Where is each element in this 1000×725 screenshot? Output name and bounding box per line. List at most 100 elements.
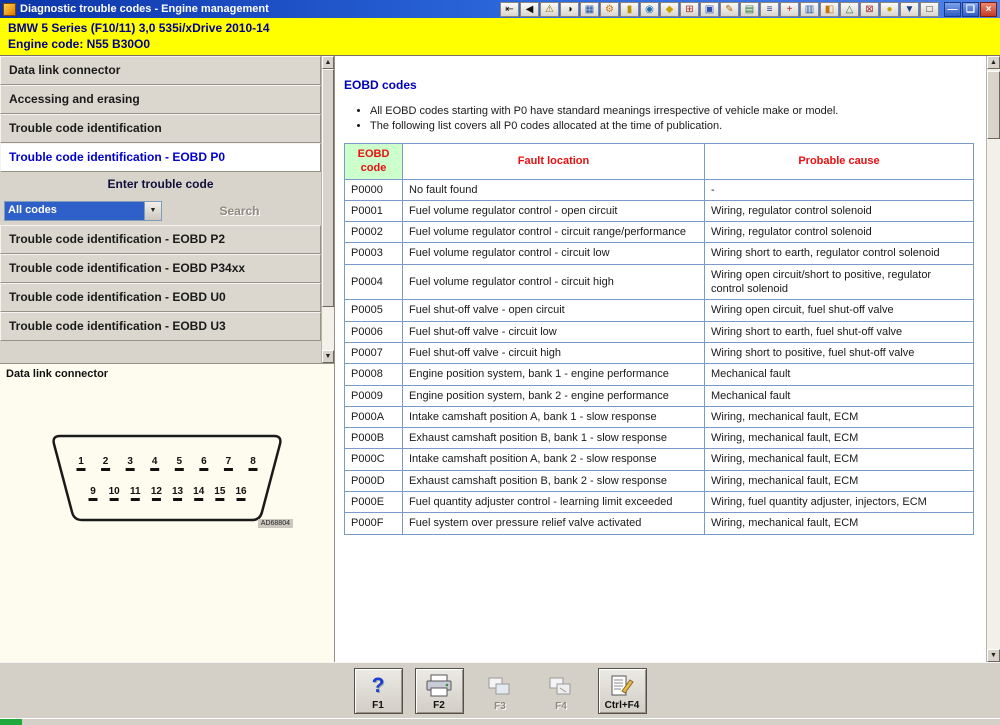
save-icon[interactable]: ▣ bbox=[700, 2, 719, 17]
minimize-button[interactable]: — bbox=[944, 2, 961, 17]
table-row: P0006 Fuel shut-off valve - circuit low … bbox=[345, 321, 974, 342]
code-cell: P0006 bbox=[345, 321, 403, 342]
sidebar-item[interactable]: Trouble code identification - EOBD U3 bbox=[0, 312, 321, 341]
enter-trouble-code-label: Enter trouble code bbox=[0, 172, 321, 197]
cause-cell: Mechanical fault bbox=[705, 385, 974, 406]
contrast-icon[interactable]: ◑ bbox=[560, 2, 579, 17]
sidebar-item[interactable]: Trouble code identification - EOBD U0 bbox=[0, 283, 321, 312]
sidebar-item[interactable]: Trouble code identification - EOBD P2 bbox=[0, 225, 321, 254]
cause-cell: Wiring, regulator control solenoid bbox=[705, 222, 974, 243]
col-header-probable-cause: Probable cause bbox=[705, 144, 974, 180]
svg-text:11: 11 bbox=[130, 486, 141, 497]
svg-text:9: 9 bbox=[90, 486, 96, 497]
main-scrollbar: ▲ ▼ bbox=[986, 56, 1000, 662]
scroll-down-icon[interactable]: ▼ bbox=[987, 649, 1000, 662]
sidebar-item[interactable]: Trouble code identification bbox=[0, 114, 321, 143]
sidebar-scrollbar: ▲ ▼ bbox=[321, 56, 334, 363]
svg-text:2: 2 bbox=[103, 456, 109, 467]
footer-toolbar: ? F1 F2 F3 bbox=[0, 662, 1000, 718]
table-row: P000D Exhaust camshaft position B, bank … bbox=[345, 470, 974, 491]
sidebar-item[interactable]: Data link connector bbox=[0, 56, 321, 85]
monitor-icon[interactable]: ▦ bbox=[580, 2, 599, 17]
table-row: P0008 Engine position system, bank 1 - e… bbox=[345, 364, 974, 385]
go-back-icon[interactable]: ◀ bbox=[520, 2, 539, 17]
sidebar-item[interactable]: Trouble code identification - EOBD P0 bbox=[0, 143, 321, 172]
code-cell: P0003 bbox=[345, 243, 403, 264]
grid-icon[interactable]: ⊞ bbox=[680, 2, 699, 17]
table-row: P000C Intake camshaft position A, bank 2… bbox=[345, 449, 974, 470]
code-cell: P000F bbox=[345, 513, 403, 534]
chart-icon[interactable]: ▤ bbox=[740, 2, 759, 17]
search-button[interactable]: Search bbox=[162, 204, 317, 218]
gauge-icon[interactable]: ◉ bbox=[640, 2, 659, 17]
col-header-eobd-code: EOBD code bbox=[345, 144, 403, 180]
spark-icon[interactable]: ◆ bbox=[660, 2, 679, 17]
edit-icon[interactable]: ✎ bbox=[720, 2, 739, 17]
sidebar-item[interactable]: Trouble code identification - EOBD P34xx bbox=[0, 254, 321, 283]
chevron-down-icon[interactable]: ▼ bbox=[144, 202, 161, 220]
window-controls: — ❑ × bbox=[944, 2, 997, 17]
gear-icon[interactable]: ⚙ bbox=[600, 2, 619, 17]
copy-window-button: F4 bbox=[537, 668, 586, 714]
bullet-item: The following list covers all P0 codes a… bbox=[370, 120, 976, 132]
cause-cell: Wiring, mechanical fault, ECM bbox=[705, 513, 974, 534]
fault-cell: Fuel shut-off valve - circuit high bbox=[403, 342, 705, 363]
dropdown-icon[interactable]: ▼ bbox=[900, 2, 919, 17]
scroll-up-icon[interactable]: ▲ bbox=[987, 56, 1000, 69]
connector-panel: Data link connector 12345678910111213141… bbox=[0, 363, 334, 662]
close-button[interactable]: × bbox=[980, 2, 997, 17]
battery-icon[interactable]: ▮ bbox=[620, 2, 639, 17]
copy-window-icon bbox=[548, 674, 574, 700]
status-indicator bbox=[0, 719, 22, 725]
cause-cell: Wiring, mechanical fault, ECM bbox=[705, 449, 974, 470]
trouble-code-select[interactable]: All codes ▼ bbox=[4, 201, 162, 221]
code-cell: P000B bbox=[345, 428, 403, 449]
table-row: P0007 Fuel shut-off valve - circuit high… bbox=[345, 342, 974, 363]
selected-code-filter: All codes bbox=[5, 202, 144, 220]
svg-text:8: 8 bbox=[250, 456, 256, 467]
cause-cell: Wiring short to earth, fuel shut-off val… bbox=[705, 321, 974, 342]
code-cell: P0009 bbox=[345, 385, 403, 406]
page-title: EOBD codes bbox=[344, 78, 976, 92]
triangle-icon[interactable]: △ bbox=[840, 2, 859, 17]
code-cell: P000D bbox=[345, 470, 403, 491]
panel-icon[interactable]: ▥ bbox=[800, 2, 819, 17]
main-scroll-thumb[interactable] bbox=[987, 71, 1000, 139]
fault-cell: Fuel volume regulator control - open cir… bbox=[403, 200, 705, 221]
scroll-up-icon[interactable]: ▲ bbox=[322, 56, 334, 69]
close-doc-icon[interactable]: ⊠ bbox=[860, 2, 879, 17]
table-row: P0009 Engine position system, bank 2 - e… bbox=[345, 385, 974, 406]
diagram-reference-code: AD68804 bbox=[258, 519, 293, 528]
titlebar: Diagnostic trouble codes - Engine manage… bbox=[0, 0, 1000, 18]
add-icon[interactable]: + bbox=[780, 2, 799, 17]
window-title: Diagnostic trouble codes - Engine manage… bbox=[20, 3, 269, 15]
fault-cell: Intake camshaft position A, bank 1 - slo… bbox=[403, 406, 705, 427]
fault-cell: Fuel volume regulator control - circuit … bbox=[403, 264, 705, 300]
help-button[interactable]: ? F1 bbox=[354, 668, 403, 714]
copy-image-button: F3 bbox=[476, 668, 525, 714]
maximize-button[interactable]: ❑ bbox=[962, 2, 979, 17]
svg-text:14: 14 bbox=[193, 486, 205, 497]
dot-icon[interactable]: ● bbox=[880, 2, 899, 17]
notes-button[interactable]: Ctrl+F4 bbox=[598, 668, 647, 714]
sidebar: Data link connector Accessing and erasin… bbox=[0, 56, 334, 363]
print-button[interactable]: F2 bbox=[415, 668, 464, 714]
code-cell: P0007 bbox=[345, 342, 403, 363]
warning-triangle-icon[interactable]: ⚠ bbox=[540, 2, 559, 17]
table-row: P000B Exhaust camshaft position B, bank … bbox=[345, 428, 974, 449]
fault-cell: Fuel shut-off valve - open circuit bbox=[403, 300, 705, 321]
half-grid-icon[interactable]: ◧ bbox=[820, 2, 839, 17]
frame-icon[interactable]: □ bbox=[920, 2, 939, 17]
col-header-fault-location: Fault location bbox=[403, 144, 705, 180]
scroll-down-icon[interactable]: ▼ bbox=[322, 350, 334, 363]
list-icon[interactable]: ≡ bbox=[760, 2, 779, 17]
sidebar-item[interactable]: Accessing and erasing bbox=[0, 85, 321, 114]
bullet-item: All EOBD codes starting with P0 have sta… bbox=[370, 105, 976, 117]
svg-text:16: 16 bbox=[235, 486, 247, 497]
sidebar-scroll-thumb[interactable] bbox=[322, 69, 334, 307]
fault-cell: Exhaust camshaft position B, bank 1 - sl… bbox=[403, 428, 705, 449]
svg-text:1: 1 bbox=[78, 456, 84, 467]
svg-text:3: 3 bbox=[127, 456, 133, 467]
svg-text:15: 15 bbox=[214, 486, 226, 497]
go-first-icon[interactable]: ⇤ bbox=[500, 2, 519, 17]
